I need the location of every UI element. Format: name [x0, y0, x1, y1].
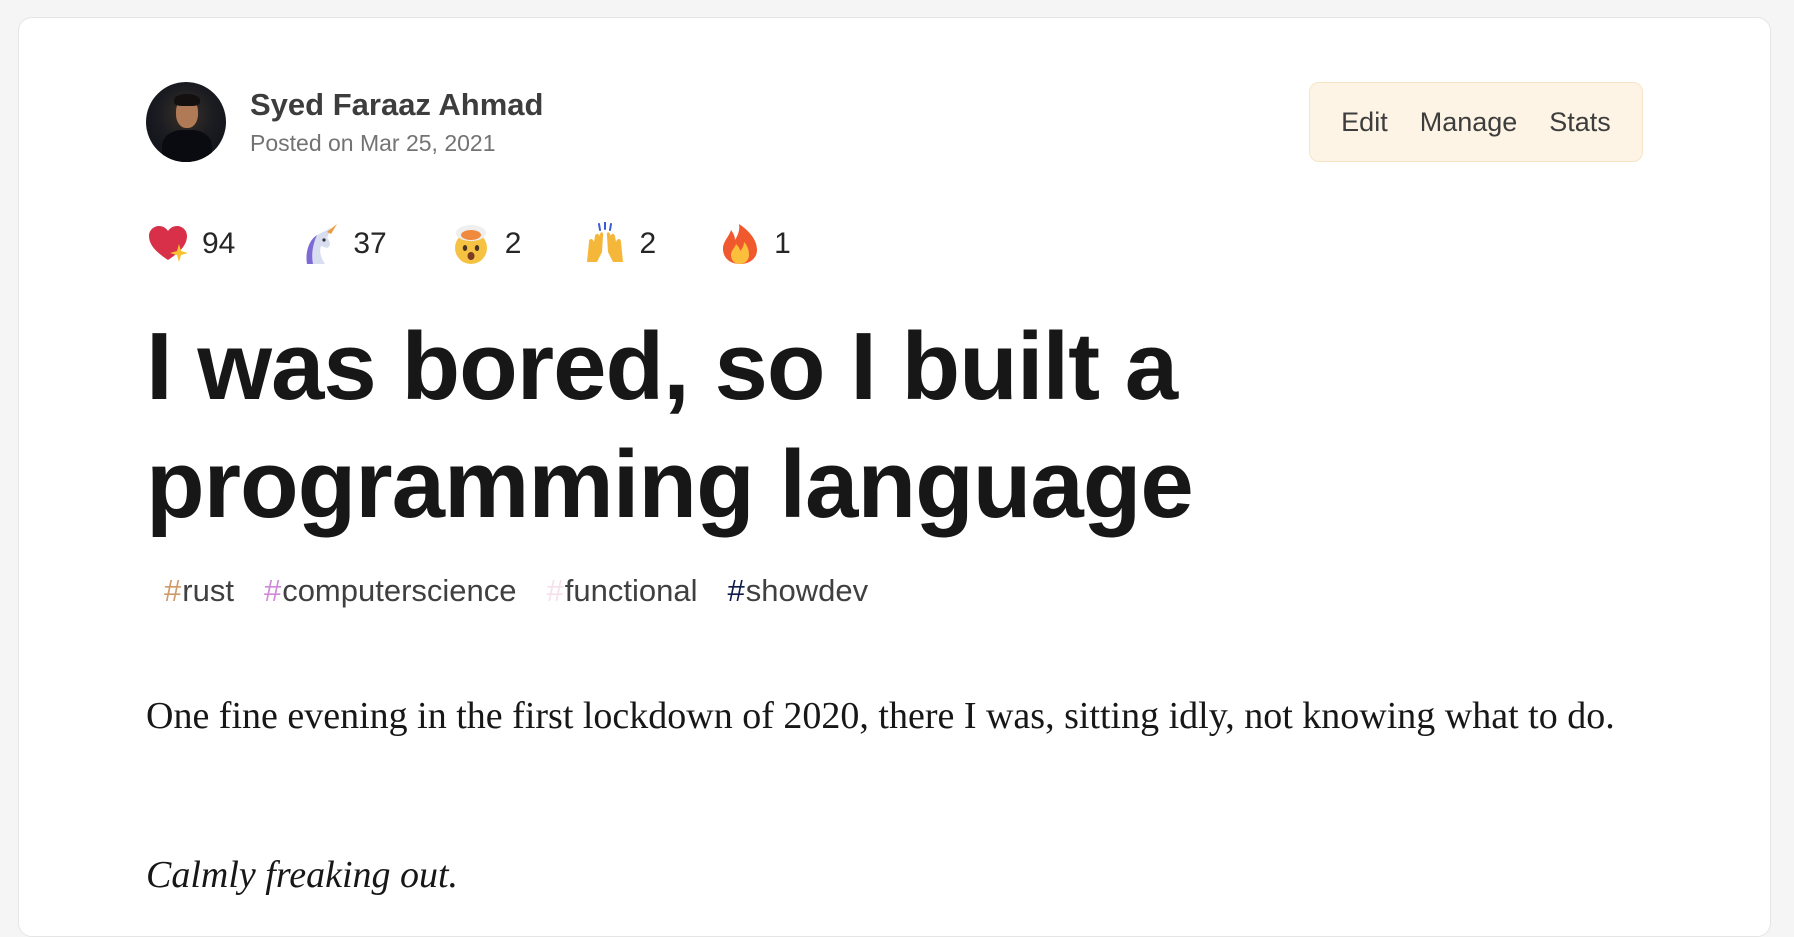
- tag-hash: #: [546, 573, 564, 608]
- tag-rust[interactable]: #rust: [164, 573, 234, 609]
- exploding-head-icon: [454, 225, 487, 264]
- manage-button[interactable]: Manage: [1404, 107, 1534, 138]
- author-name[interactable]: Syed Faraaz Ahmad: [250, 86, 543, 124]
- tag-hash: #: [727, 573, 745, 608]
- reaction-count: 2: [639, 227, 657, 260]
- tag-computerscience[interactable]: #computerscience: [264, 573, 517, 609]
- reaction-exploding-head[interactable]: 2: [449, 222, 522, 266]
- unicorn-icon: [306, 224, 338, 264]
- tag-functional[interactable]: #functional: [547, 573, 698, 609]
- article-card: Syed Faraaz Ahmad Posted on Mar 25, 2021…: [18, 17, 1771, 937]
- fire-icon: [723, 224, 758, 264]
- tag-hash: #: [263, 573, 282, 608]
- reaction-count: 1: [774, 227, 791, 260]
- raised-hands-icon: [587, 222, 624, 262]
- reaction-count: 94: [202, 227, 236, 260]
- reaction-count: 2: [504, 227, 522, 260]
- reaction-fire[interactable]: 1: [718, 222, 791, 266]
- edit-button[interactable]: Edit: [1325, 107, 1404, 138]
- article-header: Syed Faraaz Ahmad Posted on Mar 25, 2021: [146, 82, 543, 162]
- author-actions: Edit Manage Stats: [1309, 82, 1643, 162]
- author-avatar[interactable]: [146, 82, 226, 162]
- tag-showdev[interactable]: #showdev: [728, 573, 869, 609]
- article-paragraph-italic: Calmly freaking out.: [146, 854, 459, 896]
- reaction-heart[interactable]: 94: [146, 222, 235, 266]
- tag-hash: #: [164, 573, 182, 608]
- reaction-unicorn[interactable]: 37: [297, 222, 387, 266]
- reaction-raised-hands[interactable]: 2: [583, 222, 656, 266]
- tag-label: rust: [182, 573, 234, 608]
- reactions-bar: 94 37 2 2 1: [146, 222, 853, 266]
- article-title: I was bored, so I built a programming la…: [146, 313, 1194, 538]
- author-meta: Syed Faraaz Ahmad Posted on Mar 25, 2021: [250, 86, 543, 158]
- article-paragraph: One fine evening in the first lockdown o…: [146, 695, 1615, 737]
- tag-label: functional: [564, 573, 698, 608]
- tag-label: computerscience: [282, 573, 517, 608]
- posted-date: Posted on Mar 25, 2021: [250, 130, 496, 156]
- tag-list: #rust #computerscience #functional #show…: [164, 573, 898, 609]
- stats-button[interactable]: Stats: [1533, 107, 1627, 138]
- tag-label: showdev: [745, 573, 869, 608]
- sparkle-heart-icon: [149, 226, 188, 262]
- reaction-count: 37: [353, 227, 387, 260]
